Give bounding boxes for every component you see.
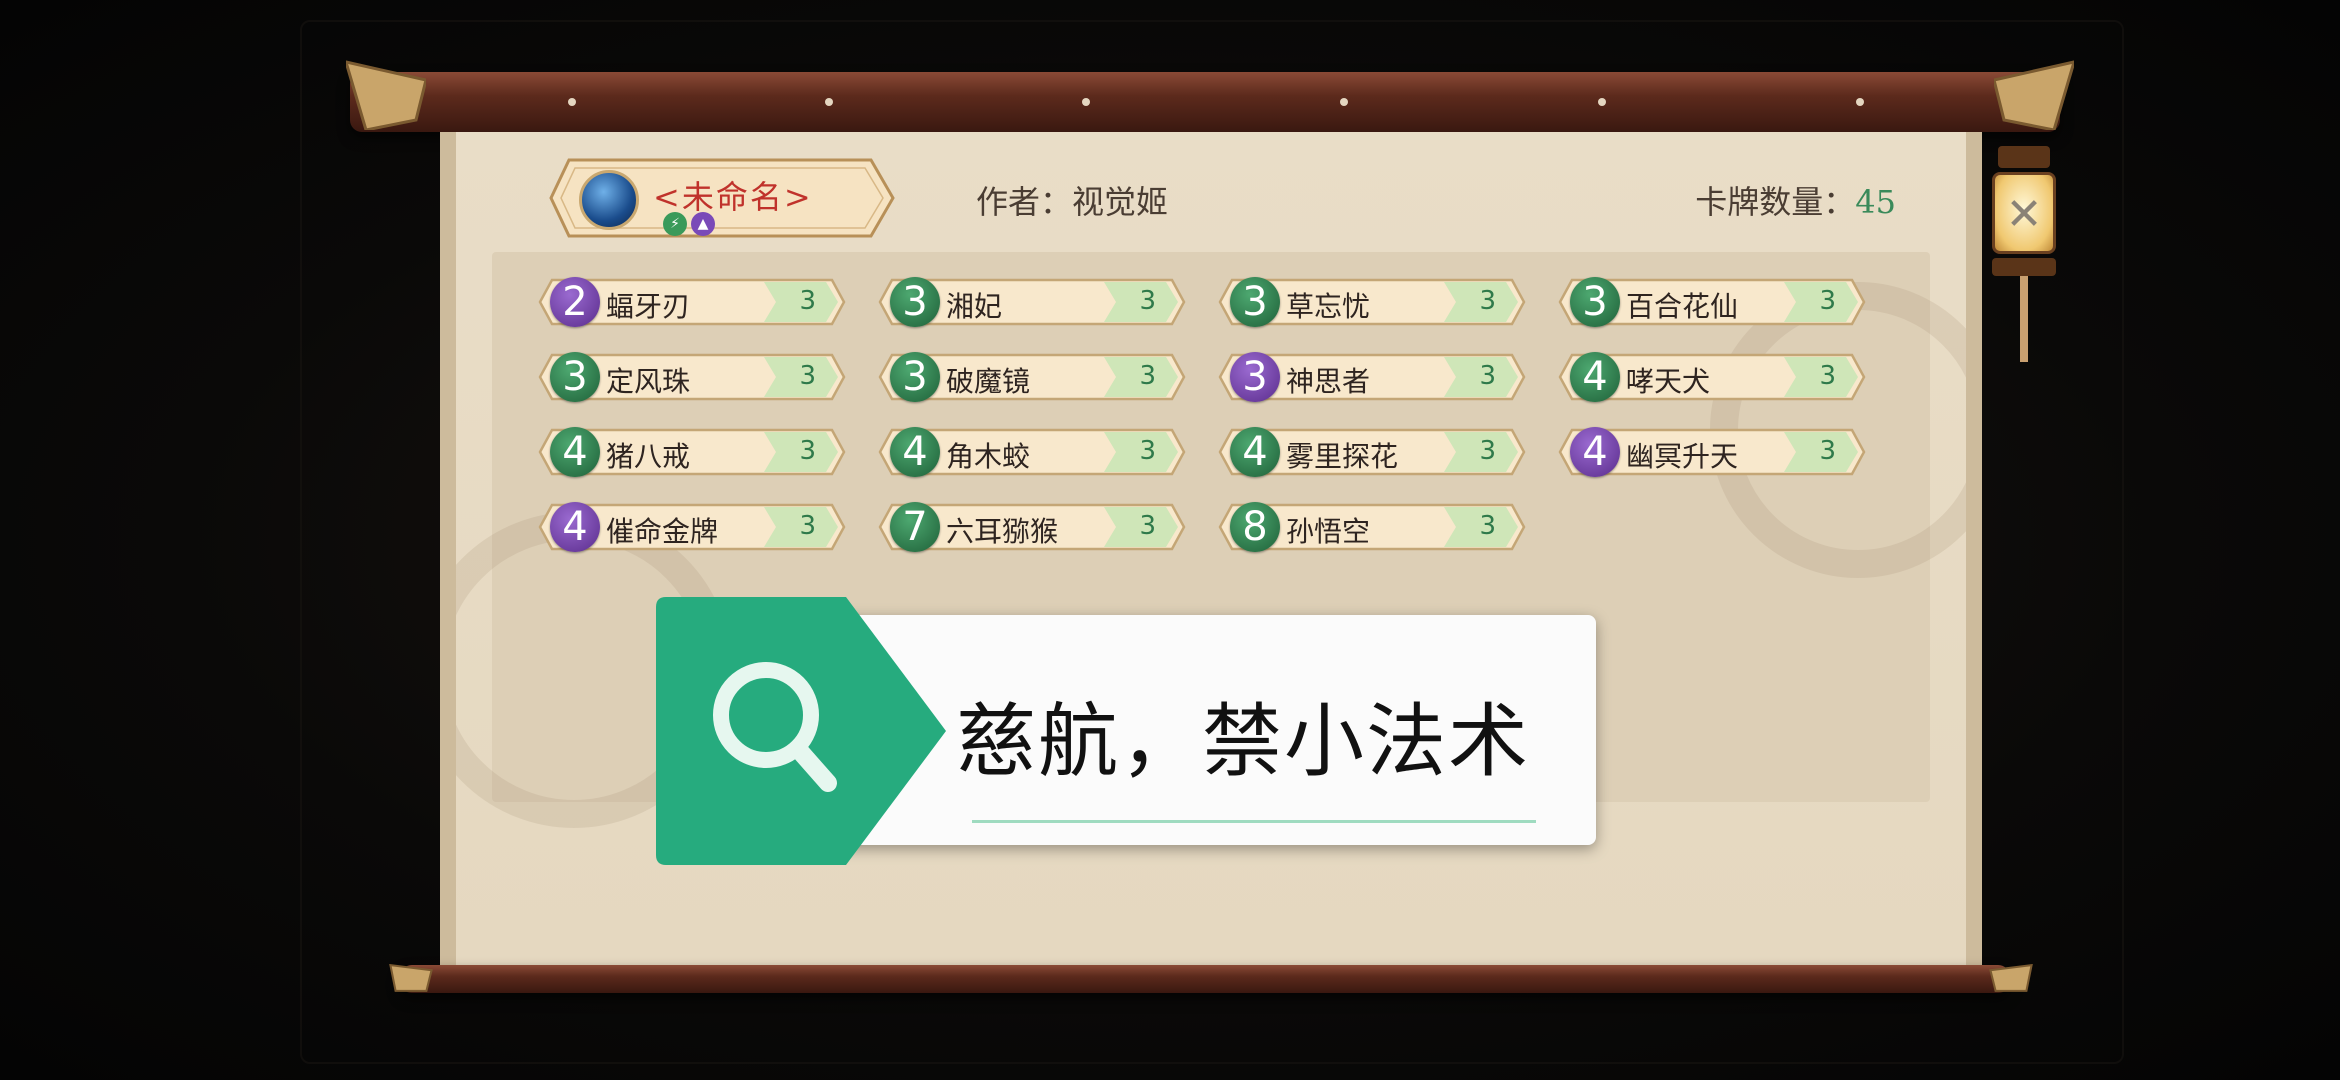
card-cost-icon: 7 — [890, 502, 940, 552]
card-entry[interactable]: 4 雾里探花 3 — [1216, 427, 1526, 477]
card-name: 哮天犬 — [1626, 365, 1711, 398]
card-quantity: 3 — [1139, 436, 1156, 466]
deck-author: 作者：视觉姬 — [976, 183, 1169, 221]
search-text: 慈航，禁小法术 — [956, 695, 1530, 788]
card-cost-icon: 4 — [1570, 352, 1620, 402]
card-entry[interactable]: 3 草忘忧 3 — [1216, 277, 1526, 327]
rod-nail — [1082, 98, 1090, 106]
deck-title[interactable]: <未命名> — [653, 172, 813, 218]
card-entry[interactable]: 3 神思者 3 — [1216, 352, 1526, 402]
card-name: 孙悟空 — [1286, 515, 1371, 548]
card-quantity: 3 — [1139, 286, 1156, 316]
card-name: 神思者 — [1286, 365, 1371, 398]
card-quantity: 3 — [1819, 361, 1836, 391]
card-cost-icon: 4 — [1230, 427, 1280, 477]
card-cost-icon: 8 — [1230, 502, 1280, 552]
card-quantity: 3 — [1819, 436, 1836, 466]
card-entry[interactable]: 4 催命金牌 3 — [536, 502, 846, 552]
card-name: 角木蛟 — [946, 440, 1031, 473]
card-name: 破魔镜 — [946, 365, 1031, 398]
card-quantity: 3 — [1819, 286, 1836, 316]
card-name: 湘妃 — [946, 290, 1003, 323]
card-quantity: 3 — [1139, 361, 1156, 391]
card-cost-icon: 3 — [1570, 277, 1620, 327]
card-name: 草忘忧 — [1286, 290, 1371, 323]
card-quantity: 3 — [1479, 436, 1496, 466]
close-glyph: ✕ — [2005, 189, 2043, 240]
card-quantity: 3 — [1479, 511, 1496, 541]
card-entry[interactable]: 4 猪八戒 3 — [536, 427, 846, 477]
card-quantity: 3 — [1479, 361, 1496, 391]
card-cost-icon: 3 — [890, 352, 940, 402]
card-name: 百合花仙 — [1626, 290, 1739, 323]
card-entry[interactable]: 7 六耳猕猴 3 — [876, 502, 1186, 552]
card-entry[interactable]: 8 孙悟空 3 — [1216, 502, 1526, 552]
rod-nail — [568, 98, 576, 106]
card-entry[interactable]: 4 角木蛟 3 — [876, 427, 1186, 477]
card-entry[interactable]: 4 哮天犬 3 — [1556, 352, 1866, 402]
card-quantity: 3 — [799, 286, 816, 316]
card-cost-icon: 3 — [890, 277, 940, 327]
card-entry[interactable]: 3 百合花仙 3 — [1556, 277, 1866, 327]
card-cost-icon: 4 — [1570, 427, 1620, 477]
card-cost-icon: 3 — [1230, 352, 1280, 402]
faction-badge-icon: ▲ — [691, 212, 715, 236]
scroll-top-rod — [350, 72, 2060, 132]
card-name: 雾里探花 — [1286, 440, 1399, 473]
rod-cap-left — [386, 960, 436, 996]
card-count-value: 45 — [1855, 183, 1896, 221]
card-cost-icon: 3 — [550, 352, 600, 402]
card-name: 定风珠 — [606, 365, 691, 398]
close-lantern-button[interactable]: ✕ — [1978, 140, 2070, 370]
card-entry[interactable]: 3 定风珠 3 — [536, 352, 846, 402]
card-quantity: 3 — [799, 511, 816, 541]
card-cost-icon: 3 — [1230, 277, 1280, 327]
card-name: 幽冥升天 — [1626, 440, 1739, 473]
card-name: 猪八戒 — [606, 440, 691, 473]
card-quantity: 3 — [1139, 511, 1156, 541]
rod-cap-right — [1992, 59, 2077, 132]
card-entry[interactable]: 4 幽冥升天 3 — [1556, 427, 1866, 477]
search-banner: 慈航，禁小法术 — [656, 597, 1596, 865]
card-count: 卡牌数量：45 — [1695, 177, 1896, 223]
card-count-label: 卡牌数量： — [1695, 183, 1856, 221]
card-cost-icon: 2 — [550, 277, 600, 327]
card-name: 催命金牌 — [606, 515, 719, 548]
card-cost-icon: 4 — [550, 502, 600, 552]
deck-name-plate[interactable]: <未命名> ⚡ ▲ — [541, 154, 901, 242]
faction-badge-icon: ⚡ — [663, 212, 687, 236]
search-tag — [656, 597, 946, 865]
card-entry[interactable]: 3 破魔镜 3 — [876, 352, 1186, 402]
rod-nail — [1340, 98, 1348, 106]
card-quantity: 3 — [1479, 286, 1496, 316]
rod-nail — [825, 98, 833, 106]
card-entry[interactable]: 3 湘妃 3 — [876, 277, 1186, 327]
card-quantity: 3 — [799, 436, 816, 466]
card-quantity: 3 — [799, 361, 816, 391]
card-name: 蝠牙刃 — [606, 290, 691, 323]
close-icon[interactable]: ✕ — [1992, 172, 2056, 254]
search-underline — [972, 820, 1536, 823]
card-entry[interactable]: 2 蝠牙刃 3 — [536, 277, 846, 327]
card-cost-icon: 4 — [890, 427, 940, 477]
rod-nail — [1856, 98, 1864, 106]
card-cost-icon: 4 — [550, 427, 600, 477]
rod-cap-left — [343, 59, 428, 132]
card-name: 六耳猕猴 — [946, 515, 1059, 548]
scroll-bottom-rod — [400, 965, 2010, 993]
rod-cap-right — [1986, 960, 2036, 996]
dragon-avatar-icon — [579, 170, 639, 230]
rod-nail — [1598, 98, 1606, 106]
